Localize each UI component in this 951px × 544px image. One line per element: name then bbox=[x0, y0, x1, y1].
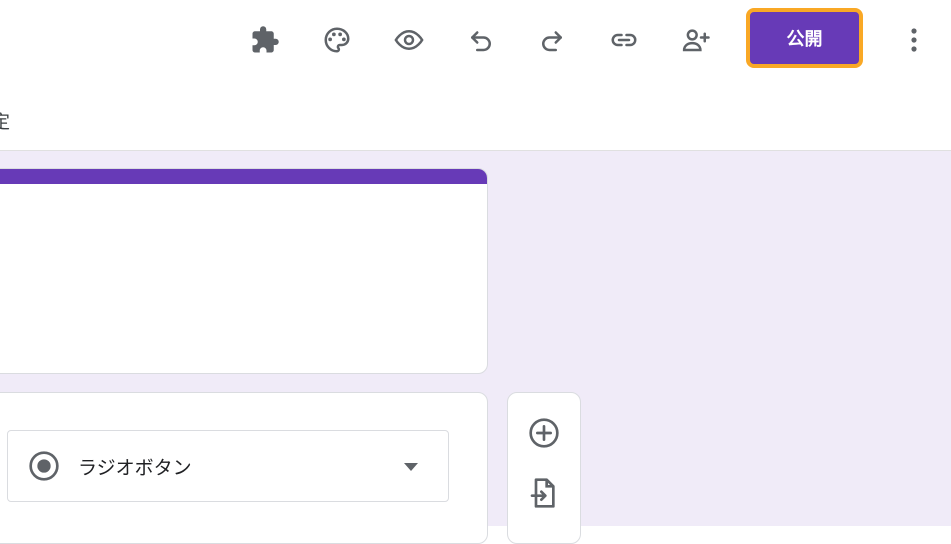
puzzle-icon[interactable] bbox=[245, 20, 285, 60]
chevron-down-icon bbox=[404, 463, 418, 471]
add-collaborator-icon[interactable] bbox=[676, 20, 716, 60]
palette-icon[interactable] bbox=[317, 20, 357, 60]
publish-label: 公開 bbox=[786, 29, 823, 50]
redo-icon[interactable] bbox=[532, 20, 572, 60]
floating-side-toolbar bbox=[507, 392, 581, 544]
accent-band bbox=[0, 169, 487, 184]
publish-button[interactable]: 公開 bbox=[746, 8, 863, 68]
tab-settings-partial[interactable]: 定 bbox=[0, 108, 12, 134]
undo-icon[interactable] bbox=[461, 20, 501, 60]
question-card[interactable]: ラジオボタン bbox=[0, 392, 488, 544]
import-questions-icon[interactable] bbox=[524, 473, 564, 513]
preview-eye-icon[interactable] bbox=[389, 20, 429, 60]
add-question-icon[interactable] bbox=[524, 413, 564, 453]
link-icon[interactable] bbox=[604, 20, 644, 60]
top-bar: 公開 定 bbox=[0, 0, 951, 150]
form-title-card[interactable] bbox=[0, 168, 488, 374]
more-vert-icon[interactable] bbox=[898, 22, 930, 58]
radio-button-icon bbox=[29, 451, 59, 481]
tab-settings-label: 定 bbox=[0, 112, 10, 133]
question-type-dropdown[interactable]: ラジオボタン bbox=[7, 430, 449, 502]
question-type-label: ラジオボタン bbox=[78, 456, 192, 479]
